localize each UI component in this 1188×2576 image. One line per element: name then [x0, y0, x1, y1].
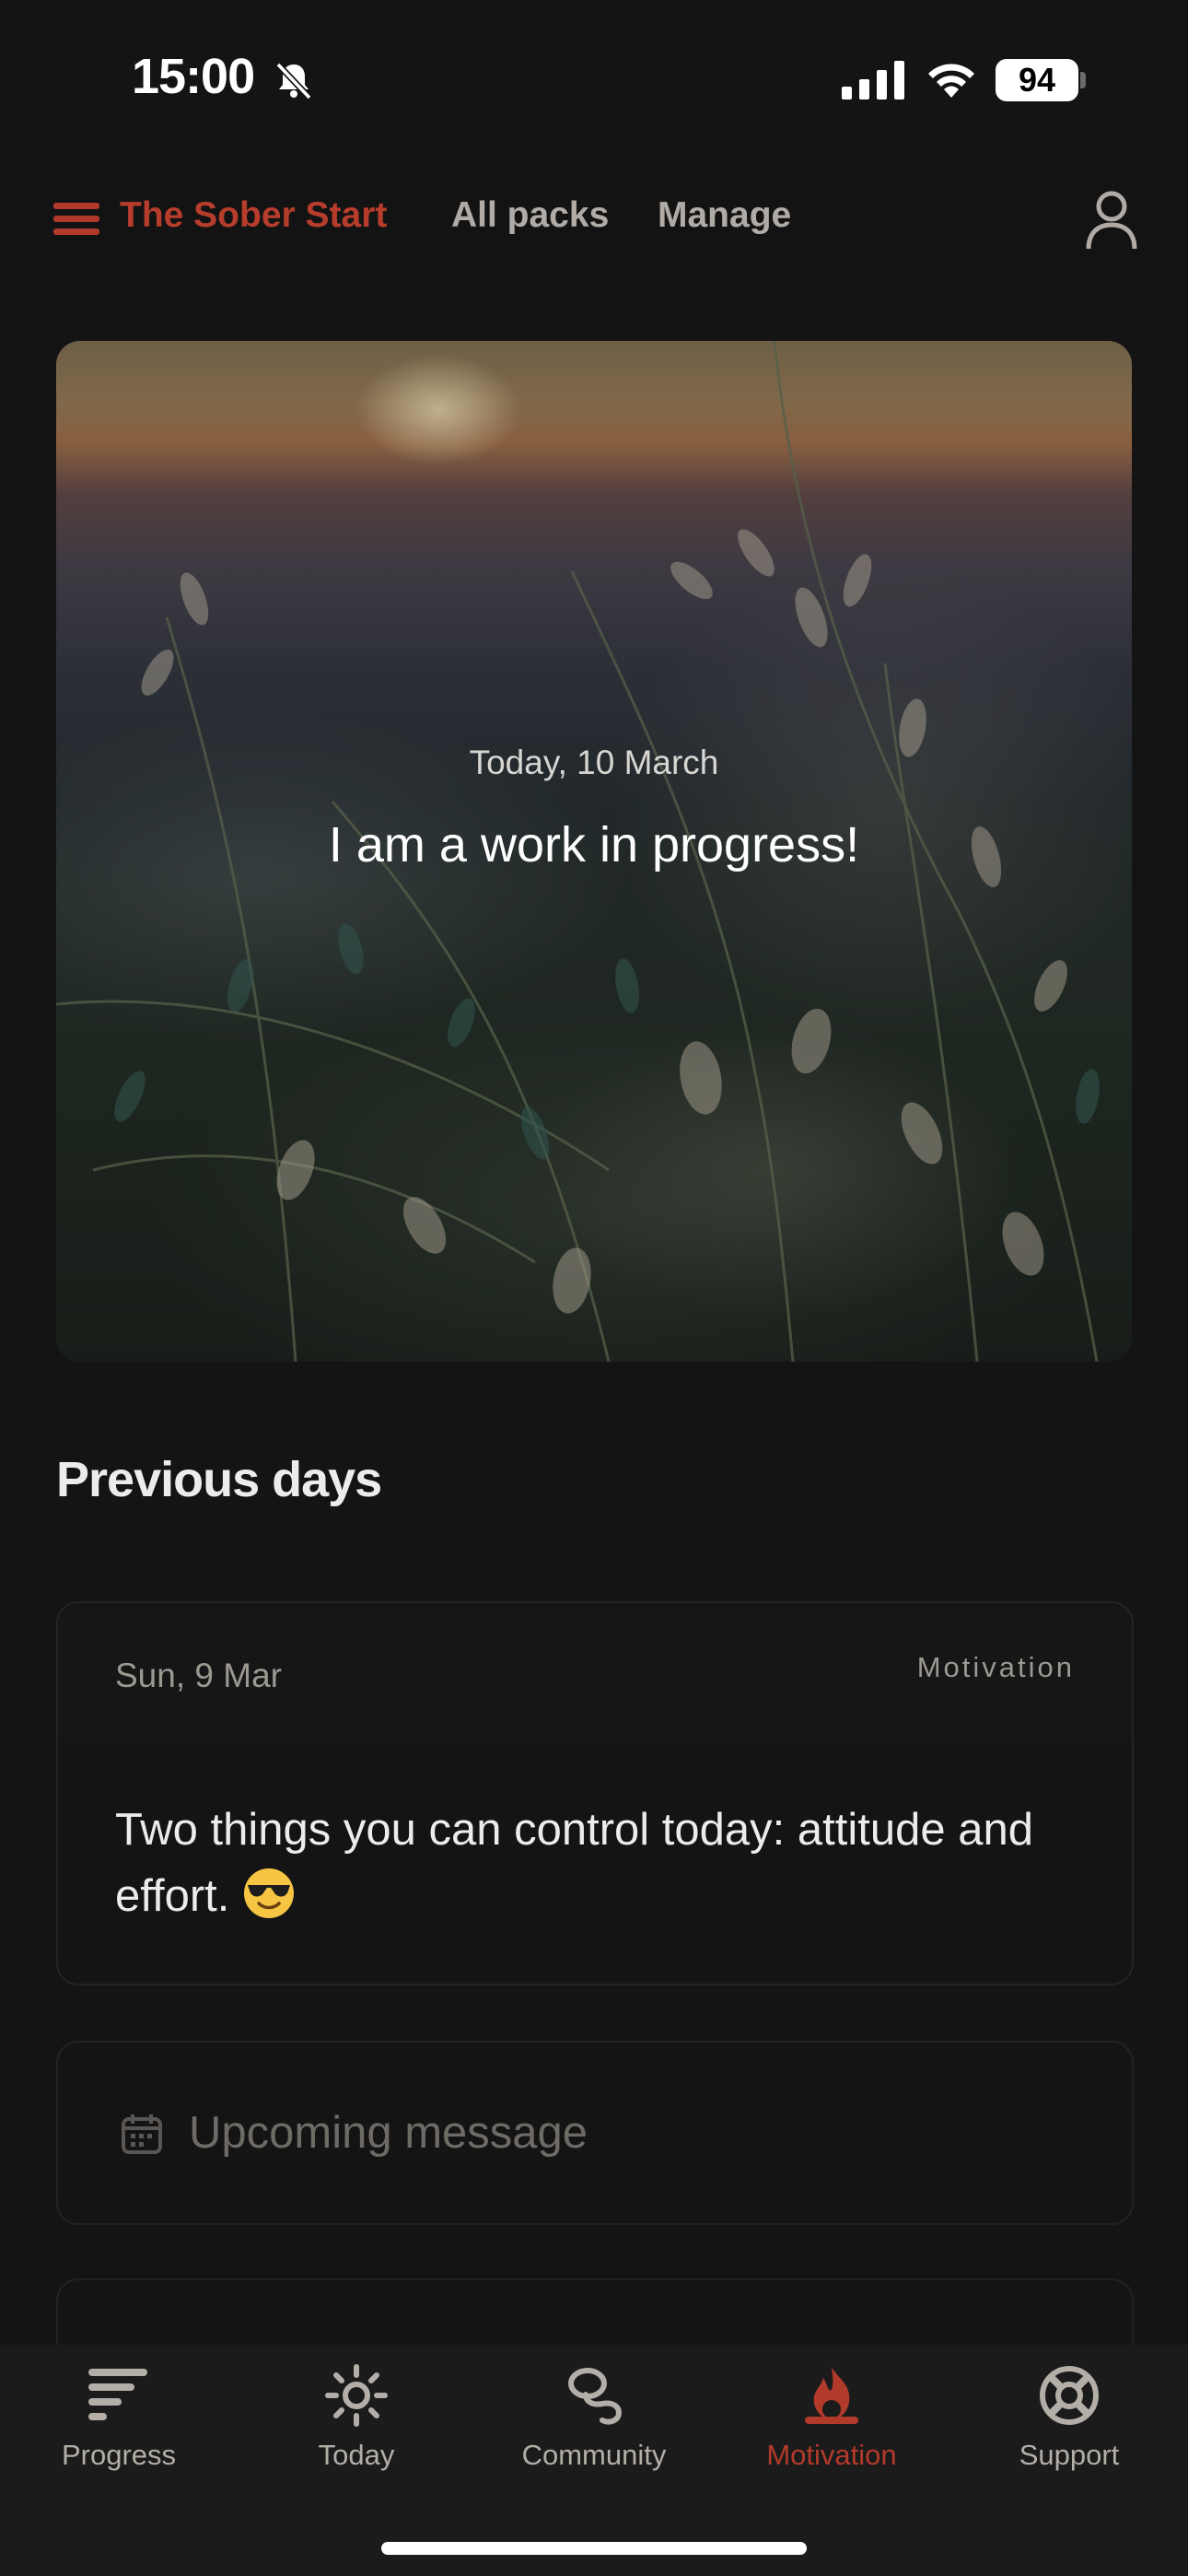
previous-day-message: Two things you can control today: attitu… [115, 1797, 1091, 1929]
upcoming-message-card[interactable]: Upcoming message [56, 2041, 1134, 2225]
previous-days-heading: Previous days [56, 1452, 382, 1507]
profile-icon[interactable] [1084, 188, 1139, 251]
menu-icon[interactable] [53, 203, 99, 236]
battery-indicator: 94 [996, 59, 1078, 101]
tab-support[interactable]: Support [950, 2345, 1188, 2511]
home-indicator[interactable] [381, 2542, 807, 2555]
sunglasses-emoji-icon [244, 1868, 295, 1918]
sun-icon [325, 2364, 388, 2427]
upcoming-message-label: Upcoming message [189, 2108, 588, 2158]
community-icon [568, 2368, 623, 2425]
tab-progress[interactable]: Progress [0, 2345, 238, 2511]
bell-off-icon [275, 62, 312, 100]
previous-day-card-header: Sun, 9 Mar Motivation [58, 1603, 1132, 1741]
flame-icon [805, 2367, 858, 2424]
progress-icon [88, 2369, 147, 2420]
tab-support-label: Support [1019, 2439, 1120, 2471]
tab-community-label: Community [521, 2439, 667, 2471]
previous-day-date: Sun, 9 Mar [115, 1657, 282, 1694]
calendar-icon [122, 2114, 162, 2154]
tab-today-label: Today [318, 2439, 395, 2471]
tab-today[interactable]: Today [238, 2345, 475, 2511]
daily-message-card[interactable]: Today, 10 March I am a work in progress! [56, 341, 1132, 1362]
hero-date: Today, 10 March [469, 744, 719, 781]
tab-motivation-label: Motivation [766, 2439, 897, 2471]
tab-progress-label: Progress [61, 2439, 177, 2471]
nav-manage-link[interactable]: Manage [658, 195, 791, 236]
previous-day-card[interactable]: Sun, 9 Mar Motivation Two things you can… [56, 1601, 1134, 1985]
tab-community[interactable]: Community [475, 2345, 713, 2511]
hero-quote: I am a work in progress! [328, 817, 860, 872]
previous-day-tag: Motivation [916, 1651, 1075, 1683]
battery-tip [1080, 72, 1086, 88]
cellular-signal-icon [842, 61, 904, 100]
nav-title-link[interactable]: The Sober Start [120, 195, 387, 236]
lifebuoy-icon [1040, 2366, 1099, 2425]
nav-all-packs-link[interactable]: All packs [451, 195, 609, 236]
status-bar: 15:00 94 [0, 0, 1188, 157]
top-nav: The Sober Start All packs Manage [0, 157, 1188, 281]
wifi-icon [928, 64, 974, 98]
status-time: 15:00 [132, 49, 255, 104]
tab-motivation[interactable]: Motivation [713, 2345, 950, 2511]
